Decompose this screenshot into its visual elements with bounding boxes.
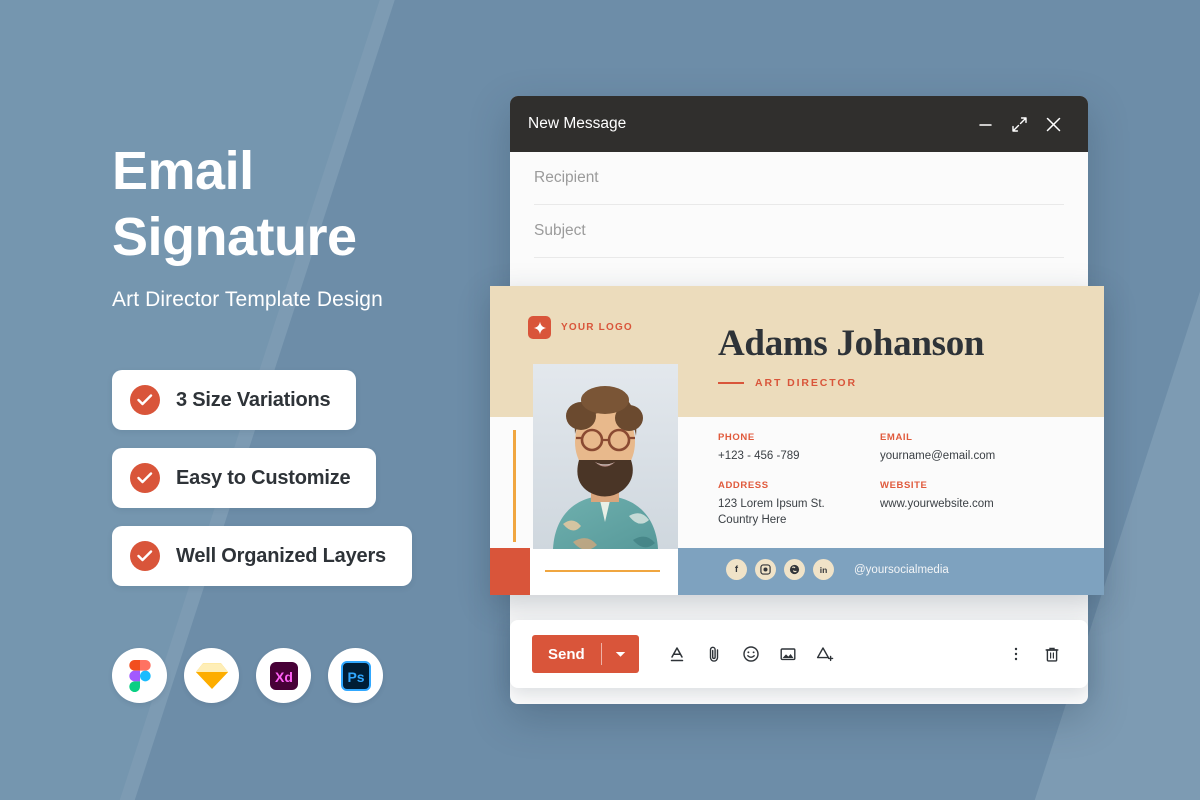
- title-line-2: Signature: [112, 207, 357, 267]
- page-subtitle: Art Director Template Design: [112, 288, 383, 311]
- compose-tool-icons: [663, 640, 839, 668]
- contact-item-website: WEBSITE www.yourwebsite.com: [880, 480, 995, 528]
- feature-badge: Easy to Customize: [112, 448, 377, 508]
- figma-icon: [112, 648, 167, 703]
- minimize-icon[interactable]: [968, 107, 1002, 141]
- role-dash-icon: [718, 382, 744, 384]
- sparkle-icon: [528, 316, 551, 339]
- skype-icon[interactable]: [784, 559, 805, 580]
- signature-footer-accent-block: [490, 548, 530, 595]
- contact-value: www.yourwebsite.com: [880, 498, 994, 510]
- contact-label: ADDRESS: [718, 480, 769, 491]
- signature-role-label: ART DIRECTOR: [755, 377, 857, 389]
- recipient-placeholder: Recipient: [534, 169, 599, 186]
- compose-right-icons: [1002, 640, 1066, 668]
- signature-logo-text: YOUR LOGO: [561, 322, 633, 333]
- recipient-field[interactable]: Recipient: [534, 152, 1064, 205]
- vertical-accent-line: [513, 430, 516, 542]
- signature-logo: YOUR LOGO: [528, 316, 633, 339]
- check-circle-icon: [130, 463, 160, 493]
- contact-item-email: EMAIL yourname@email.com: [880, 432, 995, 464]
- feature-badge-label: 3 Size Variations: [176, 388, 331, 411]
- check-circle-icon: [130, 541, 160, 571]
- horizontal-accent-line: [545, 570, 660, 572]
- insert-photo-icon[interactable]: [774, 640, 802, 668]
- feature-badge-label: Easy to Customize: [176, 466, 351, 489]
- compose-window-title: New Message: [528, 115, 627, 132]
- email-signature-card: YOUR LOGO Adams Johanson ART DIRECTOR PH…: [490, 286, 1104, 595]
- contact-label: EMAIL: [880, 432, 913, 443]
- signature-name: Adams Johanson: [718, 323, 985, 364]
- page-title: Email Signature: [112, 138, 492, 270]
- feature-badge: 3 Size Variations: [112, 370, 357, 430]
- contact-item-phone: PHONE +123 - 456 -789: [718, 432, 880, 464]
- subject-placeholder: Subject: [534, 222, 586, 239]
- contact-label: PHONE: [718, 432, 755, 443]
- more-options-icon[interactable]: [1002, 640, 1030, 668]
- contact-value: +123 - 456 -789: [718, 450, 800, 462]
- instagram-icon[interactable]: [755, 559, 776, 580]
- promo-heading-block: Email Signature Art Director Template De…: [112, 138, 492, 312]
- social-handle: @yoursocialmedia: [854, 563, 949, 576]
- facebook-icon[interactable]: f: [726, 559, 747, 580]
- signature-role: ART DIRECTOR: [718, 377, 857, 389]
- delete-draft-icon[interactable]: [1038, 640, 1066, 668]
- svg-text:Xd: Xd: [275, 669, 293, 685]
- insert-drive-icon[interactable]: [811, 640, 839, 668]
- feature-badge-label: Well Organized Layers: [176, 544, 386, 567]
- avatar: [533, 364, 678, 549]
- adobe-xd-icon: Xd: [256, 648, 311, 703]
- attach-file-icon[interactable]: [700, 640, 728, 668]
- contact-item-address: ADDRESS 123 Lorem Ipsum St. Country Here: [718, 480, 880, 528]
- send-button[interactable]: Send: [532, 635, 639, 673]
- contact-value: yourname@email.com: [880, 450, 996, 462]
- signature-contact-grid: PHONE +123 - 456 -789 EMAIL yourname@ema…: [718, 432, 995, 528]
- chevron-down-icon[interactable]: [602, 651, 639, 658]
- compose-toolbar: Send: [510, 620, 1088, 688]
- expand-icon[interactable]: [1002, 107, 1036, 141]
- photoshop-icon: Ps: [328, 648, 383, 703]
- emoji-icon[interactable]: [737, 640, 765, 668]
- check-circle-icon: [130, 385, 160, 415]
- compose-window-titlebar: New Message: [510, 96, 1088, 152]
- feature-badge: Well Organized Layers: [112, 526, 412, 586]
- send-button-label: Send: [548, 645, 585, 663]
- app-compatibility-list: Xd Ps: [112, 648, 383, 703]
- subject-field[interactable]: Subject: [534, 205, 1064, 258]
- format-text-icon[interactable]: [663, 640, 691, 668]
- close-icon[interactable]: [1036, 107, 1070, 141]
- svg-text:Ps: Ps: [347, 669, 364, 685]
- contact-value: 123 Lorem Ipsum St. Country Here: [718, 498, 825, 526]
- title-line-1: Email: [112, 141, 254, 201]
- contact-label: WEBSITE: [880, 480, 928, 491]
- linkedin-icon[interactable]: in: [813, 559, 834, 580]
- feature-badge-list: 3 Size Variations Easy to Customize Well…: [112, 370, 412, 604]
- signature-social-row: f in @yoursocialmedia: [726, 559, 949, 580]
- sketch-icon: [184, 648, 239, 703]
